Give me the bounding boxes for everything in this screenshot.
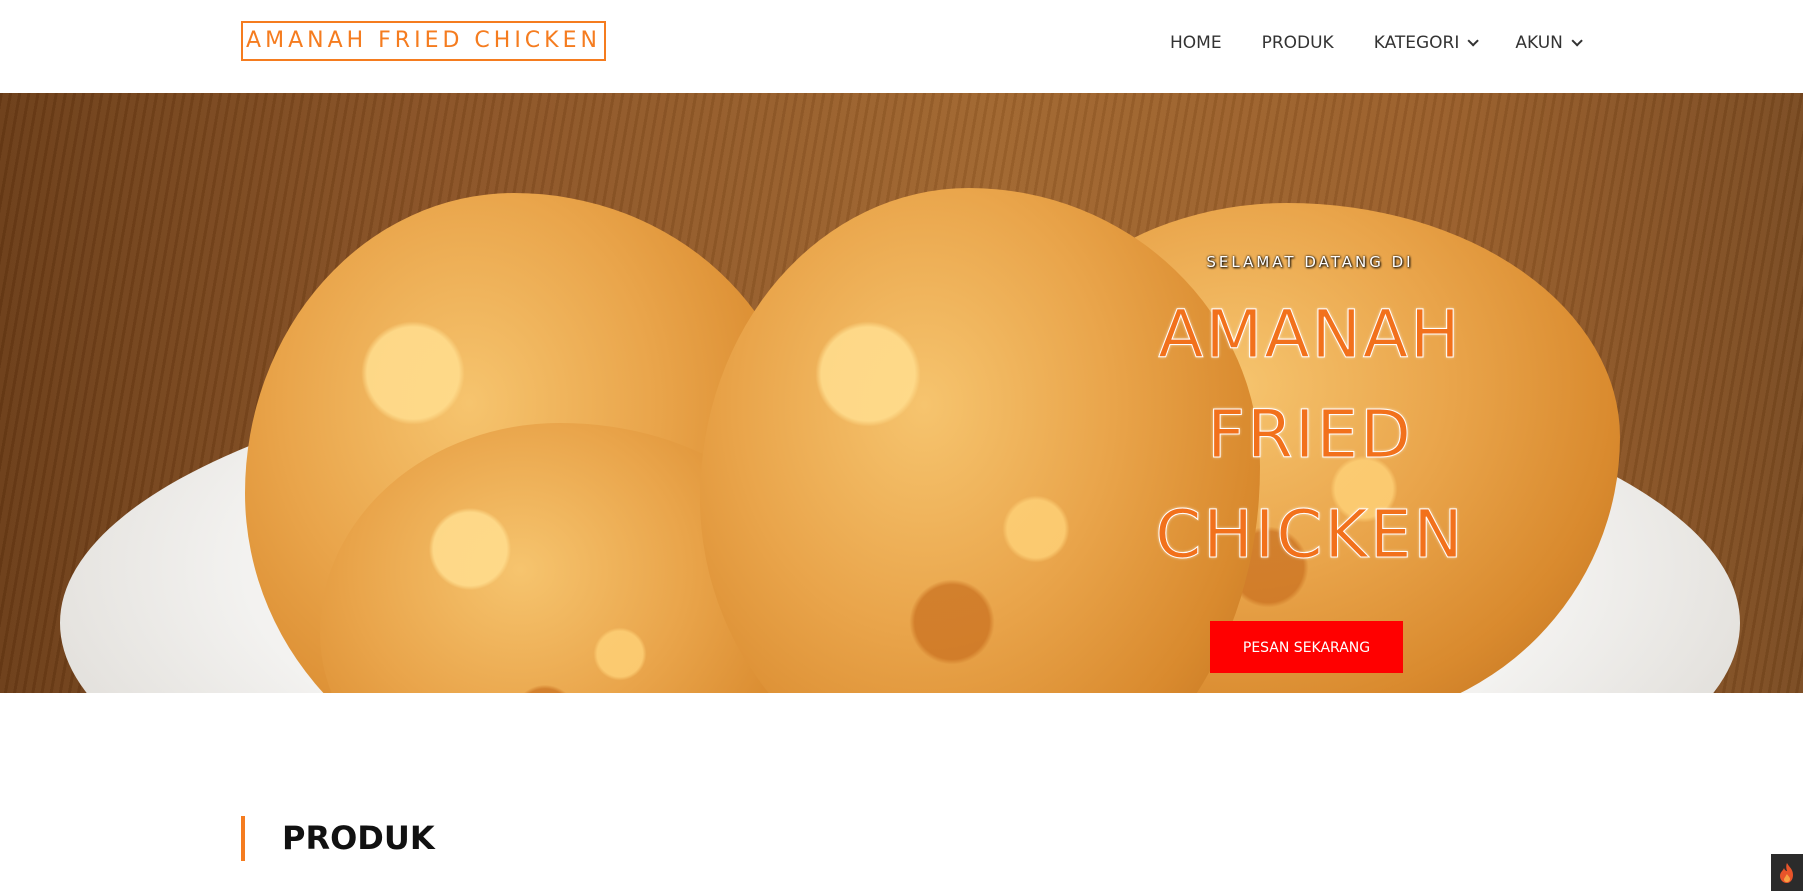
nav-kategori-dropdown[interactable]: KATEGORI [1354, 30, 1496, 56]
hero-welcome-text: SELAMAT DATANG DI [1206, 253, 1414, 271]
floating-fire-button[interactable] [1771, 854, 1803, 891]
nav-home-label: HOME [1170, 33, 1222, 53]
section-title-produk: PRODUK [241, 815, 435, 861]
hero-title-line: CHICKEN [1155, 496, 1465, 574]
nav-kategori-label: KATEGORI [1373, 33, 1460, 53]
hero-title-line: FRIED [1207, 396, 1413, 474]
hero-title-line: AMANAH [1158, 296, 1462, 374]
chevron-down-icon [1467, 35, 1480, 47]
nav-akun-dropdown[interactable]: AKUN [1495, 30, 1598, 56]
hero-text: SELAMAT DATANG DI AMANAH FRIED CHICKEN [1100, 253, 1520, 585]
brand-logo[interactable]: AMANAH FRIED CHICKEN [241, 21, 606, 61]
nav-akun-label: AKUN [1515, 33, 1563, 53]
navbar: AMANAH FRIED CHICKEN HOME PRODUK KATEGOR… [0, 0, 1803, 93]
nav-produk-label: PRODUK [1261, 33, 1334, 53]
nav-produk[interactable]: PRODUK [1242, 30, 1354, 56]
main-nav: HOME PRODUK KATEGORI AKUN [1150, 30, 1599, 56]
hero-title: AMANAH FRIED CHICKEN [1100, 285, 1520, 585]
hero-banner [0, 93, 1803, 693]
nav-home[interactable]: HOME [1150, 30, 1242, 56]
chevron-down-icon [1571, 35, 1583, 47]
order-now-button[interactable]: PESAN SEKARANG [1210, 621, 1403, 673]
fire-icon [1780, 863, 1793, 883]
